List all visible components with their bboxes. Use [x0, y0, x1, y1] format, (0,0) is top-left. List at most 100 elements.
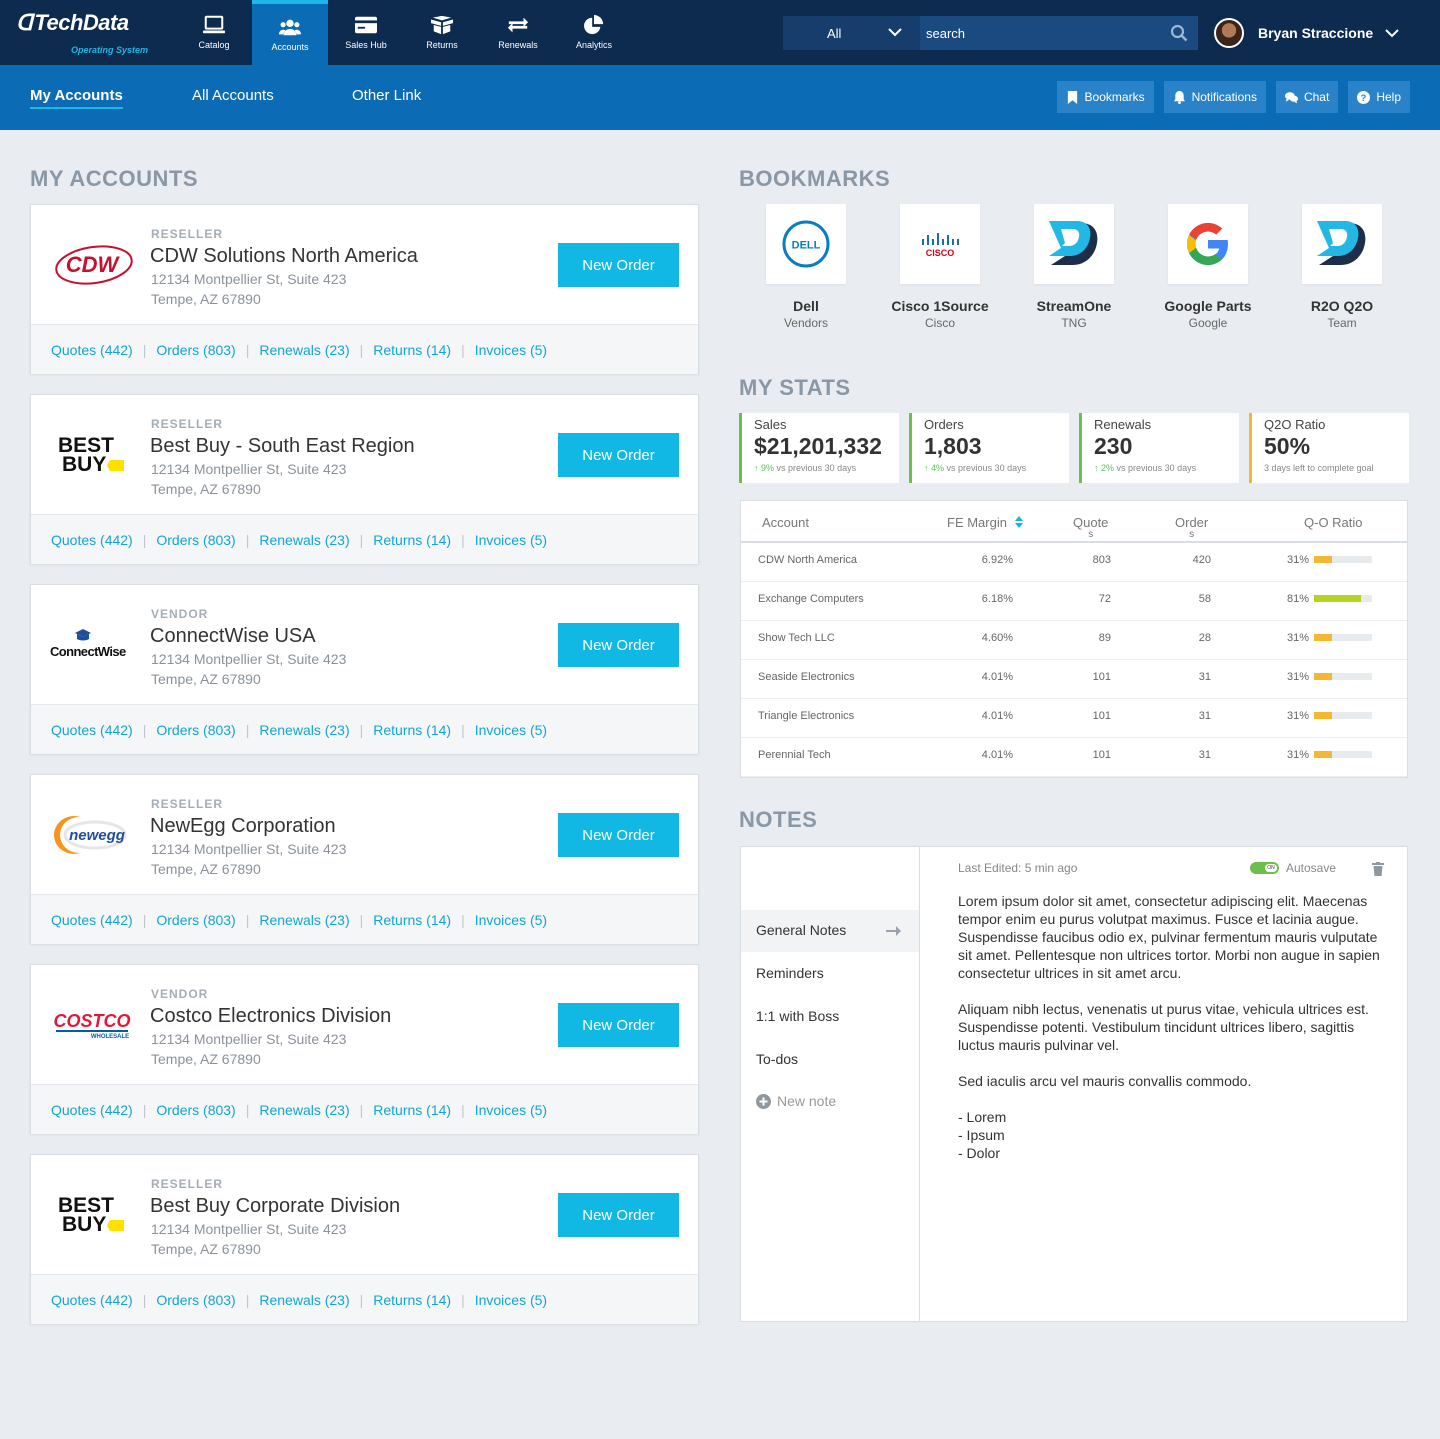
autosave-toggle[interactable]: ON Autosave: [1250, 861, 1336, 875]
table-row[interactable]: Seaside Electronics 4.01% 101 31 31%: [741, 660, 1407, 699]
new-order-button[interactable]: New Order: [558, 813, 679, 857]
search-scope-select[interactable]: All: [783, 16, 920, 50]
col-fe-margin[interactable]: FE Margin: [947, 515, 1024, 530]
bookmark-cisco[interactable]: CISCO Cisco 1Source Cisco: [885, 204, 995, 330]
col-qo-ratio[interactable]: Q-O Ratio: [1304, 515, 1363, 530]
quotes-link[interactable]: Quotes (442): [51, 912, 133, 928]
orders-link[interactable]: Orders (803): [156, 1292, 235, 1308]
new-order-button[interactable]: New Order: [558, 243, 679, 287]
table-row[interactable]: Show Tech LLC 4.60% 89 28 31%: [741, 621, 1407, 660]
table-row[interactable]: Exchange Computers 6.18% 72 58 81%: [741, 582, 1407, 621]
renewals-link[interactable]: Renewals (23): [259, 912, 349, 928]
account-name[interactable]: NewEgg Corporation: [150, 815, 336, 838]
table-row[interactable]: Perennial Tech 4.01% 101 31 31%: [741, 738, 1407, 777]
ratio-bar-fill: [1314, 634, 1332, 641]
invoices-link[interactable]: Invoices (5): [475, 532, 547, 548]
returns-link[interactable]: Returns (14): [373, 722, 451, 738]
new-order-button[interactable]: New Order: [558, 1003, 679, 1047]
note-content[interactable]: Lorem ipsum dolor sit amet, consectetur …: [958, 892, 1388, 1162]
account-name[interactable]: Costco Electronics Division: [150, 1005, 391, 1028]
trash-icon[interactable]: [1372, 862, 1384, 876]
returns-link[interactable]: Returns (14): [373, 912, 451, 928]
ratio-bar: [1314, 751, 1372, 758]
invoices-link[interactable]: Invoices (5): [475, 1102, 547, 1118]
returns-link[interactable]: Returns (14): [373, 1292, 451, 1308]
account-type: RESELLER: [151, 797, 224, 811]
note-general-notes[interactable]: General Notes: [741, 910, 919, 952]
bookmark-google-parts[interactable]: Google Parts Google: [1153, 204, 1263, 330]
returns-link[interactable]: Returns (14): [373, 342, 451, 358]
account-card: ConnectWise VENDOR ConnectWise USA 12134…: [30, 584, 699, 754]
orders-link[interactable]: Orders (803): [156, 1102, 235, 1118]
account-address: 12134 Montpellier St, Suite 423: [151, 461, 347, 477]
cell-ratio: 31%: [1286, 710, 1309, 722]
renewals-link[interactable]: Renewals (23): [259, 1102, 349, 1118]
newegg-logo: newegg: [54, 816, 127, 854]
col-orders[interactable]: Order s: [1175, 515, 1208, 540]
note-to-dos[interactable]: To-dos: [741, 1039, 919, 1081]
renewals-link[interactable]: Renewals (23): [259, 532, 349, 548]
cell-quotes: 101: [1092, 710, 1111, 722]
invoices-link[interactable]: Invoices (5): [475, 1292, 547, 1308]
new-note-button[interactable]: New note: [756, 1093, 836, 1109]
nav-catalog[interactable]: Catalog: [176, 0, 252, 65]
bookmark-streamone[interactable]: StreamOne TNG: [1019, 204, 1129, 330]
orders-link[interactable]: Orders (803): [156, 532, 235, 548]
invoices-link[interactable]: Invoices (5): [475, 342, 547, 358]
table-row[interactable]: Triangle Electronics 4.01% 101 31 31%: [741, 699, 1407, 738]
invoices-link[interactable]: Invoices (5): [475, 722, 547, 738]
quotes-link[interactable]: Quotes (442): [51, 532, 133, 548]
user-menu[interactable]: Bryan Straccione: [1214, 18, 1399, 48]
quotes-link[interactable]: Quotes (442): [51, 1292, 133, 1308]
invoices-link[interactable]: Invoices (5): [475, 912, 547, 928]
search-icon[interactable]: [1170, 24, 1188, 42]
bookmarks-button[interactable]: Bookmarks: [1056, 81, 1154, 113]
quotes-link[interactable]: Quotes (442): [51, 342, 133, 358]
renewals-link[interactable]: Renewals (23): [259, 342, 349, 358]
renewals-link[interactable]: Renewals (23): [259, 722, 349, 738]
orders-link[interactable]: Orders (803): [156, 912, 235, 928]
table-row[interactable]: CDW North America 6.92% 803 420 31%: [741, 543, 1407, 582]
account-card: newegg RESELLER NewEgg Corporation 12134…: [30, 774, 699, 944]
quotes-link[interactable]: Quotes (442): [51, 1102, 133, 1118]
bookmark-r2o-q2o[interactable]: R2O Q2O Team: [1287, 204, 1397, 330]
techdata-logo[interactable]: ᗡTechData Operating System: [16, 10, 166, 58]
new-order-button[interactable]: New Order: [558, 433, 679, 477]
logo-text: TechData: [34, 10, 129, 35]
account-name[interactable]: CDW Solutions North America: [150, 245, 418, 268]
col-account[interactable]: Account: [762, 515, 809, 530]
nav-accounts[interactable]: Accounts: [252, 0, 328, 65]
help-button[interactable]: ? Help: [1348, 81, 1410, 113]
note-reminders[interactable]: Reminders: [741, 953, 919, 995]
new-order-button[interactable]: New Order: [558, 1193, 679, 1237]
returns-link[interactable]: Returns (14): [373, 532, 451, 548]
tab-other-link[interactable]: Other Link: [352, 87, 421, 104]
account-logo: BEST BUY: [49, 425, 135, 485]
quotes-link[interactable]: Quotes (442): [51, 722, 133, 738]
tab-all-accounts[interactable]: All Accounts: [192, 87, 274, 104]
account-name[interactable]: Best Buy Corporate Division: [150, 1195, 400, 1218]
tab-my-accounts[interactable]: My Accounts: [30, 87, 123, 109]
notifications-button[interactable]: Notifications: [1163, 81, 1266, 113]
renewals-link[interactable]: Renewals (23): [259, 1292, 349, 1308]
account-card: CDW RESELLER CDW Solutions North America…: [30, 204, 699, 374]
bookmark-dell[interactable]: DELL Dell Vendors: [751, 204, 861, 330]
search-input[interactable]: [920, 16, 1198, 50]
note-one-on-one[interactable]: 1:1 with Boss: [741, 996, 919, 1038]
account-links: Quotes (442) | Orders (803) | Renewals (23…: [31, 894, 698, 944]
returns-link[interactable]: Returns (14): [373, 1102, 451, 1118]
orders-link[interactable]: Orders (803): [156, 722, 235, 738]
cell-account: Show Tech LLC: [758, 632, 835, 644]
orders-link[interactable]: Orders (803): [156, 342, 235, 358]
nav-sales-hub[interactable]: Sales Hub: [328, 0, 404, 65]
col-quotes[interactable]: Quote s: [1073, 515, 1108, 540]
ratio-bar-fill: [1314, 712, 1332, 719]
nav-returns[interactable]: Returns: [404, 0, 480, 65]
new-order-button[interactable]: New Order: [558, 623, 679, 667]
account-name[interactable]: ConnectWise USA: [150, 625, 316, 648]
note-last-edited: Last Edited: 5 min ago: [958, 861, 1078, 875]
nav-renewals[interactable]: Renewals: [480, 0, 556, 65]
nav-analytics[interactable]: Analytics: [556, 0, 632, 65]
chat-button[interactable]: Chat: [1275, 81, 1339, 113]
account-name[interactable]: Best Buy - South East Region: [150, 435, 415, 458]
